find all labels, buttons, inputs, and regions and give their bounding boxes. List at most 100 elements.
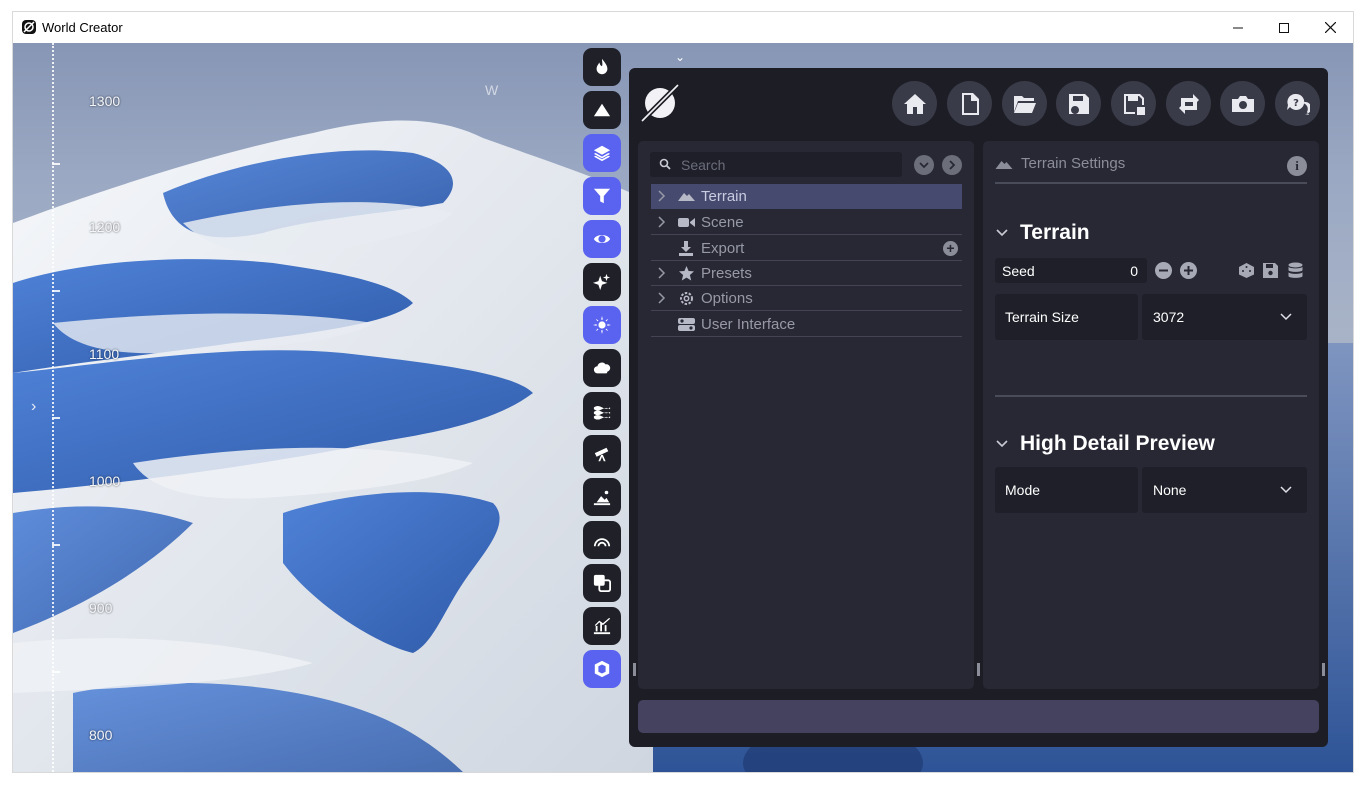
close-icon [1324, 22, 1336, 33]
chevron-down-icon[interactable] [996, 229, 1008, 237]
box-tool-button[interactable] [583, 650, 621, 688]
add-export-button[interactable]: + [943, 241, 958, 256]
terrain-size-label-cell: Terrain Size [995, 294, 1138, 340]
download-icon [679, 241, 693, 256]
chevron-right-icon [948, 160, 955, 170]
sun-tool-button[interactable] [583, 306, 621, 344]
tree-item-user-interface[interactable]: User Interface [651, 312, 962, 337]
help-button[interactable]: ? [1275, 81, 1320, 126]
resize-handle[interactable] [977, 663, 980, 676]
resize-handle[interactable] [633, 663, 636, 676]
gear-icon [680, 292, 693, 305]
open-folder-button[interactable] [1002, 81, 1047, 126]
mountain-tool-button[interactable] [583, 91, 621, 129]
ruler-label: 1100 [89, 346, 120, 362]
terrain-size-value: 3072 [1153, 309, 1185, 325]
star-icon [679, 266, 694, 281]
tree-item-export[interactable]: Export + [651, 236, 962, 261]
home-button[interactable] [892, 81, 937, 126]
filter-tool-button[interactable] [583, 177, 621, 215]
terrain-size-dropdown[interactable]: 3072 [1142, 294, 1307, 340]
terrain-size-row: Terrain Size 3072 [995, 294, 1307, 340]
filter-icon [593, 188, 611, 204]
camera-button[interactable] [1220, 81, 1265, 126]
chevron-down-icon [1280, 313, 1292, 321]
collapse-all-button[interactable] [914, 155, 934, 175]
plus-icon [1184, 266, 1193, 275]
chevron-right-icon[interactable]: › [31, 398, 36, 416]
terrain-section-title[interactable]: Terrain [1020, 221, 1090, 245]
info-icon[interactable]: i [1287, 156, 1307, 176]
tree-item-terrain[interactable]: Terrain [651, 184, 962, 209]
eye-tool-button[interactable] [583, 220, 621, 258]
chevron-right-icon[interactable] [658, 190, 666, 202]
dice-icon[interactable] [1238, 262, 1255, 279]
seed-field[interactable]: Seed 0 [995, 258, 1147, 283]
minimize-button[interactable] [1215, 12, 1261, 43]
seed-decrement-button[interactable] [1155, 262, 1172, 279]
preview-section-title[interactable]: High Detail Preview [1020, 432, 1215, 456]
status-bar [638, 700, 1319, 733]
tree-item-options[interactable]: Options [651, 286, 962, 311]
save-button[interactable] [1056, 81, 1101, 126]
seed-value[interactable]: 0 [1130, 263, 1138, 279]
ruler-tick [52, 671, 60, 673]
save-as-button[interactable] [1111, 81, 1156, 126]
fire-tool-button[interactable] [583, 48, 621, 86]
scene-tree-panel: Terrain Scene Export + Presets Options [633, 141, 980, 689]
maximize-button[interactable] [1261, 12, 1307, 43]
cloud-tool-button[interactable] [583, 349, 621, 387]
sync-button[interactable] [1166, 81, 1211, 126]
island-tool-button[interactable] [583, 478, 621, 516]
new-file-icon [961, 92, 979, 115]
tree-item-scene[interactable]: Scene [651, 210, 962, 235]
database-icon[interactable] [1287, 262, 1304, 279]
save-icon[interactable] [1262, 262, 1279, 279]
cloud-icon [593, 362, 611, 374]
rainbow-tool-button[interactable] [583, 521, 621, 559]
window-title: World Creator [42, 20, 123, 35]
effects-tool-button[interactable] [583, 263, 621, 301]
ruler-label: 800 [89, 727, 113, 743]
search-box[interactable] [650, 152, 902, 177]
tree-item-presets[interactable]: Presets [651, 261, 962, 286]
mode-row: Mode None [995, 467, 1307, 513]
new-file-button[interactable] [947, 81, 992, 126]
close-button[interactable] [1307, 12, 1353, 43]
tree-item-label: Terrain [701, 188, 747, 205]
home-icon [903, 93, 926, 114]
chevron-down-icon[interactable]: ⌄ [675, 50, 685, 64]
tree-item-label: Options [701, 290, 753, 307]
chevron-right-icon[interactable] [658, 292, 666, 304]
search-input[interactable] [681, 156, 891, 173]
expand-all-button[interactable] [942, 155, 962, 175]
minus-icon [1159, 269, 1168, 272]
chart-tool-button[interactable] [583, 607, 621, 645]
chevron-down-icon[interactable] [996, 440, 1008, 448]
svg-text:?: ? [1293, 98, 1299, 109]
chevron-right-icon[interactable] [658, 216, 666, 228]
layers-tool-button[interactable] [583, 134, 621, 172]
tree-item-label: Scene [701, 214, 744, 231]
ruler-tick [52, 163, 60, 165]
sun-icon [593, 316, 611, 334]
water-tool-button[interactable] [583, 392, 621, 430]
telescope-tool-button[interactable] [583, 435, 621, 473]
mode-dropdown[interactable]: None [1142, 467, 1307, 513]
chevron-down-icon [919, 161, 929, 168]
seed-increment-button[interactable] [1180, 262, 1197, 279]
seed-label: Seed [1002, 263, 1035, 279]
search-icon [659, 158, 671, 170]
world-creator-logo-icon[interactable] [639, 82, 681, 124]
copy-tool-button[interactable] [583, 564, 621, 602]
camera-icon [1231, 95, 1254, 112]
ruler-label: 900 [89, 600, 113, 616]
resize-handle[interactable] [1322, 663, 1325, 676]
save-as-icon [1123, 93, 1145, 115]
terrain-settings-panel: Terrain Settings i Terrain Seed 0 Terrai… [983, 141, 1325, 689]
fire-icon [596, 58, 608, 75]
title-bar: World Creator [13, 12, 1353, 43]
chevron-right-icon[interactable] [658, 267, 666, 279]
sparkles-icon [593, 273, 611, 291]
ruler-label: 1200 [89, 219, 121, 235]
